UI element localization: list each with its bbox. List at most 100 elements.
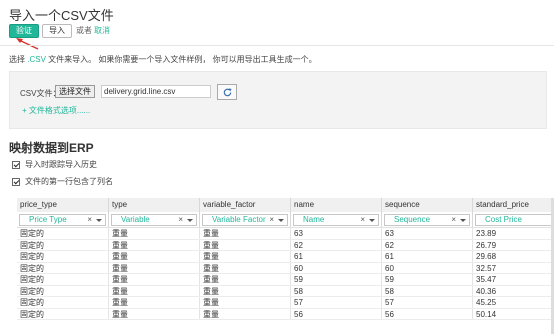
table-cell: 固定的 <box>17 308 109 319</box>
column-header: type <box>109 198 200 212</box>
caret-down-icon[interactable] <box>96 219 102 222</box>
field-select-value: Cost Price <box>485 215 522 224</box>
or-text: 或者 <box>76 26 92 35</box>
field-select[interactable]: Cost Price× <box>475 214 554 226</box>
field-select[interactable]: Variable × <box>111 214 197 226</box>
reload-icon <box>223 87 232 96</box>
table-cell: 重量 <box>109 297 200 308</box>
caret-down-icon[interactable] <box>278 219 284 222</box>
field-select[interactable]: Name × <box>293 214 379 226</box>
table-header-row: price_type type variable_factor name seq… <box>17 198 554 212</box>
table-row: 固定的 重量 重量 56 56 50.14 <box>17 308 554 320</box>
table-cell: 40.36 <box>473 286 554 297</box>
field-select-value: Variable <box>121 215 150 224</box>
table-row: 固定的 重量 重量 63 63 23.89 <box>17 228 554 240</box>
table-row: 固定的 重量 重量 60 60 32.57 <box>17 262 554 274</box>
table-body: 固定的 重量 重量 63 63 23.89 固定的 重量 重量 62 62 26.79 固定的 重量重… <box>17 228 554 320</box>
table-cell: 重量 <box>200 228 291 239</box>
table-cell: 重量 <box>109 251 200 262</box>
table-cell: 50.14 <box>473 309 554 320</box>
table-cell: 45.25 <box>473 297 554 308</box>
column-header: name <box>291 198 382 212</box>
first-row-header-label: 文件的第一行包含了列名 <box>25 177 113 186</box>
column-header: standard_price <box>473 198 554 212</box>
field-select-value: Variable Factor <box>212 215 266 224</box>
field-select[interactable]: Price Type × <box>19 214 106 226</box>
file-format-options-link[interactable]: + 文件格式选项...... <box>22 105 90 116</box>
table-cell: 重量 <box>200 239 291 250</box>
table-cell: 重量 <box>200 308 291 319</box>
clear-icon[interactable]: × <box>178 215 183 225</box>
table-cell: 23.89 <box>473 228 554 239</box>
caret-down-icon[interactable] <box>369 219 375 222</box>
intro-prefix: 选择 <box>9 55 25 64</box>
field-select-value: Sequence <box>394 215 431 224</box>
field-mapping-row: Price Type × Variable × Variable Factor × N… <box>17 212 554 228</box>
cancel-link[interactable]: 取消 <box>94 25 110 36</box>
first-row-header-option[interactable]: 文件的第一行包含了列名 <box>12 176 113 187</box>
table-cell: 61 <box>382 251 473 262</box>
table-cell: 重量 <box>109 285 200 296</box>
clear-icon[interactable]: × <box>360 215 365 225</box>
file-panel: CSV文件： 选择文件 delivery.grid.line.csv + 文件格… <box>9 71 547 129</box>
table-cell: 59 <box>382 274 473 285</box>
table-cell: 固定的 <box>17 297 109 308</box>
table-cell: 重量 <box>109 274 200 285</box>
table-cell: 重量 <box>200 297 291 308</box>
table-cell: 32.57 <box>473 263 554 274</box>
table-cell: 35.47 <box>473 274 554 285</box>
reload-button[interactable] <box>217 84 237 100</box>
table-cell: 重量 <box>109 239 200 250</box>
table-cell: 固定的 <box>17 274 109 285</box>
track-history-checkbox[interactable] <box>12 160 20 169</box>
table-cell: 62 <box>382 239 473 250</box>
table-row: 固定的 重量 重量 62 62 26.79 <box>17 239 554 251</box>
clear-icon[interactable]: × <box>269 215 274 225</box>
page-title: 导入一个CSV文件 <box>9 8 114 23</box>
table-cell: 59 <box>291 274 382 285</box>
mapping-title: 映射数据到ERP <box>9 141 94 155</box>
import-button[interactable]: 导入 <box>42 23 72 38</box>
table-cell: 固定的 <box>17 228 109 239</box>
annotation-arrow-icon <box>16 38 39 50</box>
csv-link[interactable]: .CSV <box>27 55 46 64</box>
table-cell: 58 <box>382 285 473 296</box>
table-row: 固定的 重量 重量 61 61 29.68 <box>17 251 554 263</box>
column-header: variable_factor <box>200 198 291 212</box>
action-bar: 验证 导入 或者 取消 <box>9 23 110 38</box>
table-cell: 63 <box>382 228 473 239</box>
field-select[interactable]: Sequence × <box>384 214 470 226</box>
table-cell: 57 <box>291 297 382 308</box>
column-header: price_type <box>17 198 109 212</box>
clear-icon[interactable]: × <box>87 215 92 225</box>
choose-file-button[interactable]: 选择文件 <box>55 85 95 98</box>
first-row-header-checkbox[interactable] <box>12 177 20 186</box>
track-history-option[interactable]: 导入时跟踪导入历史 <box>12 159 97 170</box>
table-cell: 61 <box>291 251 382 262</box>
field-select[interactable]: Variable Factor × <box>202 214 288 226</box>
track-history-label: 导入时跟踪导入历史 <box>25 160 97 169</box>
table-cell: 26.79 <box>473 240 554 251</box>
table-cell: 重量 <box>109 228 200 239</box>
table-cell: 重量 <box>200 285 291 296</box>
column-header: sequence <box>382 198 473 212</box>
caret-down-icon[interactable] <box>460 219 466 222</box>
table-cell: 固定的 <box>17 262 109 273</box>
table-row: 固定的 重量 重量 57 57 45.25 <box>17 297 554 309</box>
table-cell: 58 <box>291 285 382 296</box>
preview-table: price_type type variable_factor name seq… <box>17 198 554 334</box>
clear-icon[interactable]: × <box>451 215 456 225</box>
filename-field[interactable]: delivery.grid.line.csv <box>101 85 211 98</box>
table-cell: 重量 <box>109 262 200 273</box>
table-cell: 固定的 <box>17 251 109 262</box>
field-select-value: Price Type <box>29 215 67 224</box>
table-cell: 29.68 <box>473 251 554 262</box>
validate-button[interactable]: 验证 <box>9 23 39 38</box>
header-divider <box>0 45 554 46</box>
table-cell: 60 <box>291 262 382 273</box>
table-cell: 63 <box>291 228 382 239</box>
table-cell: 重量 <box>200 262 291 273</box>
table-cell: 62 <box>291 239 382 250</box>
caret-down-icon[interactable] <box>187 219 193 222</box>
table-cell: 57 <box>382 297 473 308</box>
